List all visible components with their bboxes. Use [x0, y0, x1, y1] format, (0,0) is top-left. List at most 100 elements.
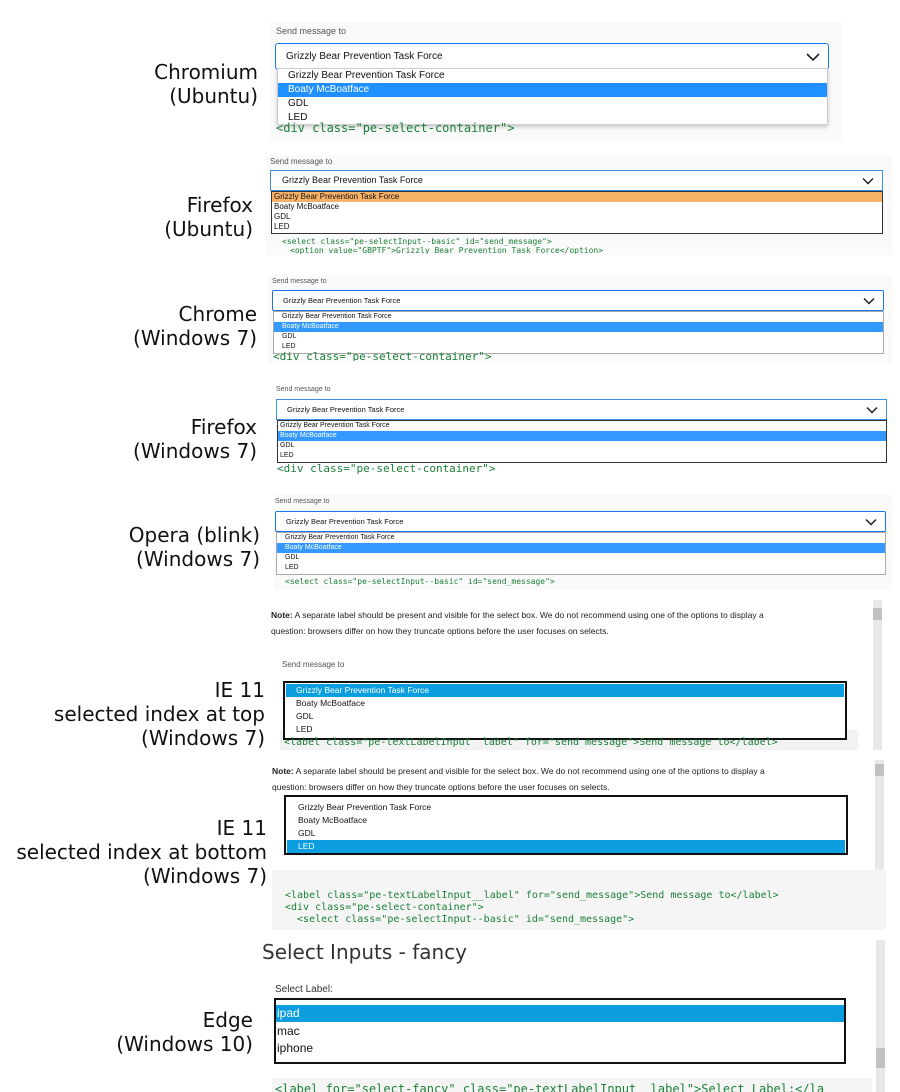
- code-snippet: <option value="GBPTF">Grizzly Bear Preve…: [290, 246, 604, 254]
- select-label: Send message to: [275, 498, 330, 505]
- scrollbar-thumb[interactable]: [873, 608, 882, 620]
- browser-label-opera-win7: Opera (blink) (Windows 7): [110, 523, 260, 571]
- selected-value: Grizzly Bear Prevention Task Force: [283, 296, 401, 305]
- send-message-select[interactable]: Grizzly Bear Prevention Task Force: [275, 43, 829, 70]
- browser-label-ie11-bottom: IE 11 selected index at bottom (Windows …: [10, 816, 267, 888]
- option-item[interactable]: Boaty McBoatface: [285, 697, 845, 710]
- send-message-select[interactable]: Grizzly Bear Prevention Task Force: [272, 290, 884, 311]
- send-message-select[interactable]: Grizzly Bear Prevention Task Force: [270, 170, 883, 191]
- browser-name: IE 11: [216, 816, 267, 840]
- scrollbar-thumb[interactable]: [876, 1048, 885, 1068]
- code-snippet: <div class="pe-select-container">: [277, 462, 496, 475]
- note-text: A separate label should be present and v…: [292, 610, 764, 620]
- select-label: Select Label:: [275, 984, 333, 995]
- browser-label-chromium-ubuntu: Chromium (Ubuntu): [140, 60, 258, 108]
- browser-note: selected index at top: [53, 702, 265, 726]
- browser-label-chrome-win7: Chrome (Windows 7): [120, 302, 257, 350]
- option-item[interactable]: LED: [285, 723, 845, 736]
- browser-name: Chrome: [178, 302, 257, 326]
- os-name: (Windows 7): [136, 547, 260, 571]
- send-message-select[interactable]: Grizzly Bear Prevention Task Force: [276, 399, 887, 420]
- code-snippet: <label class="pe-textLabelInput__label" …: [284, 737, 778, 747]
- scrollbar[interactable]: [873, 600, 882, 750]
- selected-value: Grizzly Bear Prevention Task Force: [282, 175, 423, 185]
- code-snippet: <label class="pe-textLabelInput__label" …: [285, 890, 779, 901]
- browser-label-firefox-win7: Firefox (Windows 7): [120, 415, 257, 463]
- note-paragraph: Note: A separate label should be present…: [272, 763, 872, 795]
- dropdown-list: Grizzly Bear Prevention Task Force Boaty…: [277, 420, 887, 463]
- option-item[interactable]: iphone: [276, 1040, 844, 1057]
- browser-name: Firefox: [186, 193, 253, 217]
- option-item[interactable]: mac: [276, 1023, 844, 1040]
- option-item[interactable]: GDL: [278, 97, 827, 111]
- code-snippet: <select class="pe-selectInput--basic" id…: [285, 577, 555, 586]
- option-item[interactable]: Boaty McBoatface: [272, 202, 882, 212]
- option-item[interactable]: Grizzly Bear Prevention Task Force: [274, 312, 883, 322]
- option-item[interactable]: Grizzly Bear Prevention Task Force: [286, 684, 844, 697]
- code-snippet: <div class="pe-select-container">: [285, 902, 484, 913]
- code-snippet: <div class="pe-select-container">: [276, 121, 515, 135]
- option-item[interactable]: Grizzly Bear Prevention Task Force: [272, 192, 882, 202]
- os-name: (Windows 7): [133, 326, 257, 350]
- code-snippet: <label for="select-fancy" class="pe-text…: [275, 1082, 825, 1092]
- option-item[interactable]: Boaty McBoatface: [278, 83, 827, 97]
- option-item[interactable]: LED: [277, 563, 885, 573]
- option-item[interactable]: GDL: [286, 827, 846, 840]
- option-item[interactable]: Boaty McBoatface: [274, 322, 883, 332]
- option-item[interactable]: Grizzly Bear Prevention Task Force: [278, 421, 886, 431]
- select-label: Send message to: [276, 26, 347, 36]
- send-message-select[interactable]: Grizzly Bear Prevention Task Force: [275, 511, 886, 532]
- selected-value: Grizzly Bear Prevention Task Force: [286, 517, 404, 526]
- option-item[interactable]: Boaty McBoatface: [278, 431, 886, 441]
- option-item[interactable]: GDL: [274, 332, 883, 342]
- chevron-down-icon: [863, 297, 875, 304]
- browser-name: Chromium: [154, 60, 258, 84]
- note-bold: Note:: [272, 766, 294, 776]
- option-item[interactable]: Grizzly Bear Prevention Task Force: [277, 533, 885, 543]
- os-name: (Ubuntu): [164, 217, 253, 241]
- chevron-down-icon: [865, 518, 877, 525]
- browser-label-ie11-top: IE 11 selected index at top (Windows 7): [40, 678, 265, 750]
- code-snippet: <select class="pe-selectInput--basic" id…: [285, 914, 635, 925]
- option-item[interactable]: GDL: [285, 710, 845, 723]
- dropdown-list: Grizzly Bear Prevention Task Force Boaty…: [277, 68, 828, 125]
- chevron-down-icon: [862, 177, 874, 184]
- scrollbar[interactable]: [876, 940, 885, 1092]
- browser-name: Firefox: [190, 415, 257, 439]
- option-item[interactable]: GDL: [272, 212, 882, 222]
- option-item[interactable]: LED: [287, 840, 845, 853]
- option-item[interactable]: GDL: [278, 441, 886, 451]
- option-item[interactable]: GDL: [277, 553, 885, 563]
- browser-name: Edge: [202, 1008, 253, 1032]
- dropdown-list: Grizzly Bear Prevention Task Force Boaty…: [284, 795, 848, 855]
- option-item[interactable]: Grizzly Bear Prevention Task Force: [286, 801, 846, 814]
- option-item[interactable]: Boaty McBoatface: [277, 543, 885, 553]
- option-item[interactable]: LED: [278, 451, 886, 461]
- scrollbar-thumb[interactable]: [875, 764, 884, 776]
- dropdown-list: Grizzly Bear Prevention Task Force Boaty…: [273, 311, 884, 354]
- selected-value: Grizzly Bear Prevention Task Force: [286, 51, 443, 62]
- select-label: Send message to: [272, 278, 327, 285]
- option-item[interactable]: LED: [272, 222, 882, 232]
- option-item[interactable]: Grizzly Bear Prevention Task Force: [278, 69, 827, 83]
- browser-name: IE 11: [214, 678, 265, 702]
- os-name: (Windows 7): [133, 439, 257, 463]
- os-name: (Windows 7): [143, 864, 267, 888]
- dropdown-list: Grizzly Bear Prevention Task Force Boaty…: [271, 191, 883, 234]
- chevron-down-icon: [806, 52, 820, 61]
- select-label: Send message to: [282, 660, 345, 669]
- note-text: A separate label should be present and v…: [293, 766, 765, 776]
- browser-name: Opera (blink): [128, 523, 260, 547]
- option-item[interactable]: ipad: [276, 1005, 844, 1022]
- select-label: Send message to: [270, 157, 333, 166]
- selected-value: Grizzly Bear Prevention Task Force: [287, 405, 405, 414]
- os-name: (Windows 10): [116, 1032, 253, 1056]
- browser-label-edge-win10: Edge (Windows 10): [100, 1008, 253, 1056]
- select-label: Send message to: [276, 386, 331, 393]
- option-item[interactable]: Boaty McBoatface: [286, 814, 846, 827]
- note-text-2: question: browsers differ on how they tr…: [271, 626, 609, 636]
- note-bold: Note:: [271, 610, 293, 620]
- os-name: (Windows 7): [141, 726, 265, 750]
- dropdown-list: Grizzly Bear Prevention Task Force Boaty…: [276, 532, 886, 575]
- section-heading: Select Inputs - fancy: [262, 940, 467, 964]
